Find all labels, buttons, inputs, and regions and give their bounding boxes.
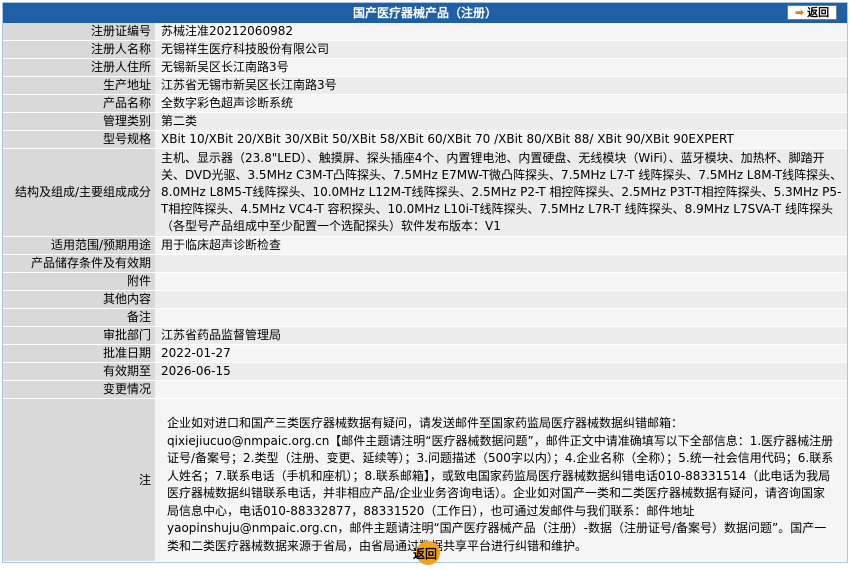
field-value: 主机、显示器（23.8"LED）、触摸屏、探头插座4个、内置锂电池、内置硬盘、无… bbox=[155, 148, 847, 237]
field-value: 无锡祥生医疗科技股份有限公司 bbox=[155, 40, 847, 59]
detail-panel: 国产医疗器械产品（注册） ➡ 返回 注册证编号 苏械注准20212060982 注册人… bbox=[2, 2, 848, 563]
field-label: 适用范围/预期用途 bbox=[3, 236, 155, 255]
table-row: 结构及组成/主要组成成分 主机、显示器（23.8"LED）、触摸屏、探头插座4个、… bbox=[3, 148, 847, 237]
table-row: 备注 bbox=[3, 308, 847, 327]
field-value: 江苏省无锡市新吴区长江南路3号 bbox=[155, 76, 847, 95]
back-label: 返回 bbox=[807, 6, 830, 19]
table-row: 产品储存条件及有效期 bbox=[3, 254, 847, 273]
field-value bbox=[155, 290, 847, 309]
field-label: 管理类别 bbox=[3, 112, 155, 131]
field-label: 变更情况 bbox=[3, 380, 155, 399]
page-title: 国产医疗器械产品（注册） bbox=[352, 6, 497, 20]
field-value: 苏械注准20212060982 bbox=[155, 23, 847, 41]
field-label: 附件 bbox=[3, 272, 155, 291]
field-label: 型号规格 bbox=[3, 130, 155, 149]
field-label: 生产地址 bbox=[3, 76, 155, 95]
note-label: 注 bbox=[3, 398, 155, 562]
field-label: 产品名称 bbox=[3, 94, 155, 113]
panel-header: 国产医疗器械产品（注册） ➡ 返回 bbox=[3, 3, 847, 23]
field-value: 2022-01-27 bbox=[155, 344, 847, 363]
field-value: 2026-06-15 bbox=[155, 362, 847, 381]
field-label: 注册证编号 bbox=[3, 23, 155, 41]
field-value: XBit 10/XBit 20/XBit 30/XBit 50/XBit 58/… bbox=[155, 130, 847, 149]
note-row: 注企业如对进口和国产三类医疗器械数据有疑问，请发送邮件至国家药监局医疗器械数据纠… bbox=[3, 398, 847, 562]
field-value bbox=[155, 254, 847, 273]
field-label: 备注 bbox=[3, 308, 155, 327]
detail-table: 注册证编号 苏械注准20212060982 注册人名称 无锡祥生医疗科技股份有限公司注… bbox=[3, 23, 847, 562]
table-row: 注册人住所 无锡新吴区长江南路3号 bbox=[3, 58, 847, 77]
table-row: 附件 bbox=[3, 272, 847, 291]
table-row: 有效期至 2026-06-15 bbox=[3, 362, 847, 381]
field-value: 全数字彩色超声诊断系统 bbox=[155, 94, 847, 113]
field-label: 批准日期 bbox=[3, 344, 155, 363]
back-button-top[interactable]: ➡ 返回 bbox=[787, 5, 837, 20]
back-label: 返回 bbox=[412, 547, 437, 561]
field-value: 无锡新吴区长江南路3号 bbox=[155, 58, 847, 77]
note-cell: 企业如对进口和国产三类医疗器械数据有疑问，请发送邮件至国家药监局医疗器械数据纠错… bbox=[155, 398, 847, 562]
field-value: 用于临床超声诊断检查 bbox=[155, 236, 847, 255]
table-row: 变更情况 bbox=[3, 380, 847, 399]
field-label: 产品储存条件及有效期 bbox=[3, 254, 155, 273]
table-row: 注册人名称 无锡祥生医疗科技股份有限公司 bbox=[3, 40, 847, 59]
table-row: 管理类别 第二类 bbox=[3, 112, 847, 131]
note-text: 企业如对进口和国产三类医疗器械数据有疑问，请发送邮件至国家药监局医疗器械数据纠错… bbox=[167, 416, 834, 553]
table-row: 适用范围/预期用途 用于临床超声诊断检查 bbox=[3, 236, 847, 255]
field-label: 其他内容 bbox=[3, 290, 155, 309]
table-row: 其他内容 bbox=[3, 290, 847, 309]
field-value bbox=[155, 308, 847, 327]
field-value: 第二类 bbox=[155, 112, 847, 131]
table-row: 批准日期 2022-01-27 bbox=[3, 344, 847, 363]
table-row: 产品名称 全数字彩色超声诊断系统 bbox=[3, 94, 847, 113]
table-row: 注册证编号 苏械注准20212060982 bbox=[3, 23, 847, 41]
back-button-bottom[interactable]: 返回 bbox=[402, 541, 448, 565]
table-row: 审批部门 江苏省药品监督管理局 bbox=[3, 326, 847, 345]
field-value: 江苏省药品监督管理局 bbox=[155, 326, 847, 345]
table-row: 型号规格 XBit 10/XBit 20/XBit 30/XBit 50/XBit… bbox=[3, 130, 847, 149]
field-label: 审批部门 bbox=[3, 326, 155, 345]
field-label: 注册人住所 bbox=[3, 58, 155, 77]
arrow-right-icon: ➡ bbox=[794, 6, 805, 19]
field-label: 结构及组成/主要组成成分 bbox=[3, 148, 155, 237]
field-label: 有效期至 bbox=[3, 362, 155, 381]
table-row: 生产地址 江苏省无锡市新吴区长江南路3号 bbox=[3, 76, 847, 95]
field-label: 注册人名称 bbox=[3, 40, 155, 59]
footer: 返回 bbox=[0, 541, 850, 568]
field-value bbox=[155, 272, 847, 291]
field-value bbox=[155, 380, 847, 399]
